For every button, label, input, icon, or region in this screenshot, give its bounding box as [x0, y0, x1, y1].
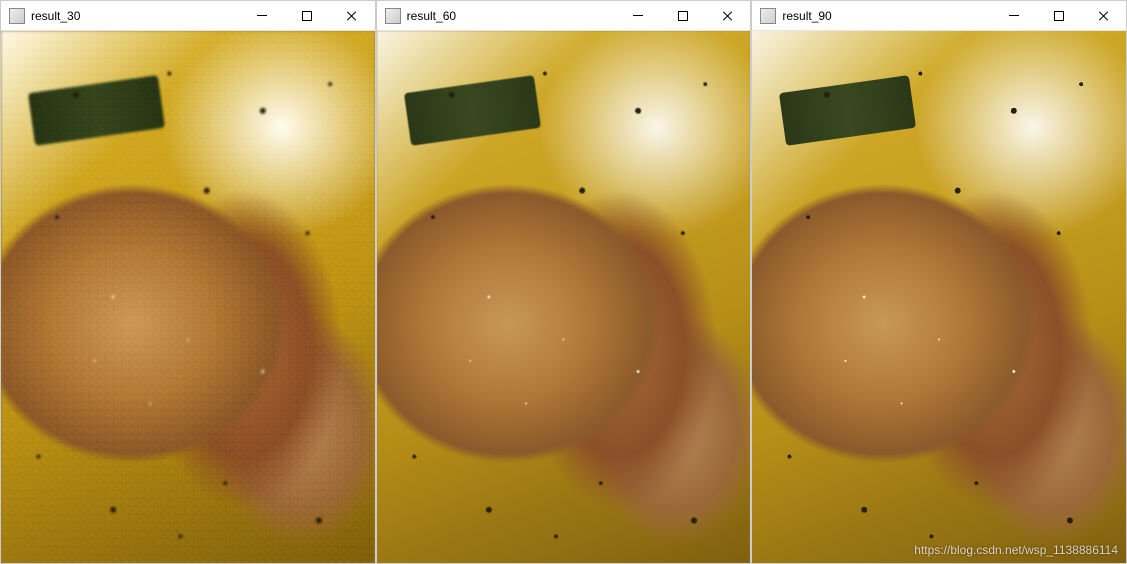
- maximize-button[interactable]: [660, 1, 705, 30]
- maximize-icon: [302, 11, 312, 21]
- minimize-icon: [257, 15, 267, 16]
- app-icon: [385, 8, 401, 24]
- window-title: result_90: [782, 9, 991, 23]
- image-viewport: [1, 31, 375, 563]
- displayed-image: [377, 31, 751, 563]
- minimize-button[interactable]: [991, 1, 1036, 30]
- titlebar[interactable]: result_30: [1, 1, 375, 31]
- displayed-image: [1, 31, 375, 563]
- displayed-image: https://blog.csdn.net/wsp_1138886114: [752, 31, 1126, 563]
- maximize-button[interactable]: [1036, 1, 1081, 30]
- app-icon: [760, 8, 776, 24]
- window-result-30: result_30: [0, 0, 376, 564]
- minimize-button[interactable]: [615, 1, 660, 30]
- minimize-icon: [1009, 15, 1019, 16]
- close-icon: [722, 10, 734, 22]
- window-result-60: result_60: [376, 0, 752, 564]
- maximize-button[interactable]: [285, 1, 330, 30]
- titlebar[interactable]: result_90: [752, 1, 1126, 31]
- app-icon: [9, 8, 25, 24]
- image-viewport: [377, 31, 751, 563]
- maximize-icon: [1054, 11, 1064, 21]
- window-title: result_30: [31, 9, 240, 23]
- minimize-button[interactable]: [240, 1, 285, 30]
- close-icon: [1098, 10, 1110, 22]
- close-button[interactable]: [705, 1, 750, 30]
- window-result-90: result_90 https://blog.csdn.net/wsp_1138…: [751, 0, 1127, 564]
- close-icon: [346, 10, 358, 22]
- window-controls: [240, 1, 375, 30]
- titlebar[interactable]: result_60: [377, 1, 751, 31]
- minimize-icon: [633, 15, 643, 16]
- window-title: result_60: [407, 9, 616, 23]
- maximize-icon: [678, 11, 688, 21]
- image-viewport: https://blog.csdn.net/wsp_1138886114: [752, 31, 1126, 563]
- window-controls: [991, 1, 1126, 30]
- window-controls: [615, 1, 750, 30]
- close-button[interactable]: [1081, 1, 1126, 30]
- close-button[interactable]: [330, 1, 375, 30]
